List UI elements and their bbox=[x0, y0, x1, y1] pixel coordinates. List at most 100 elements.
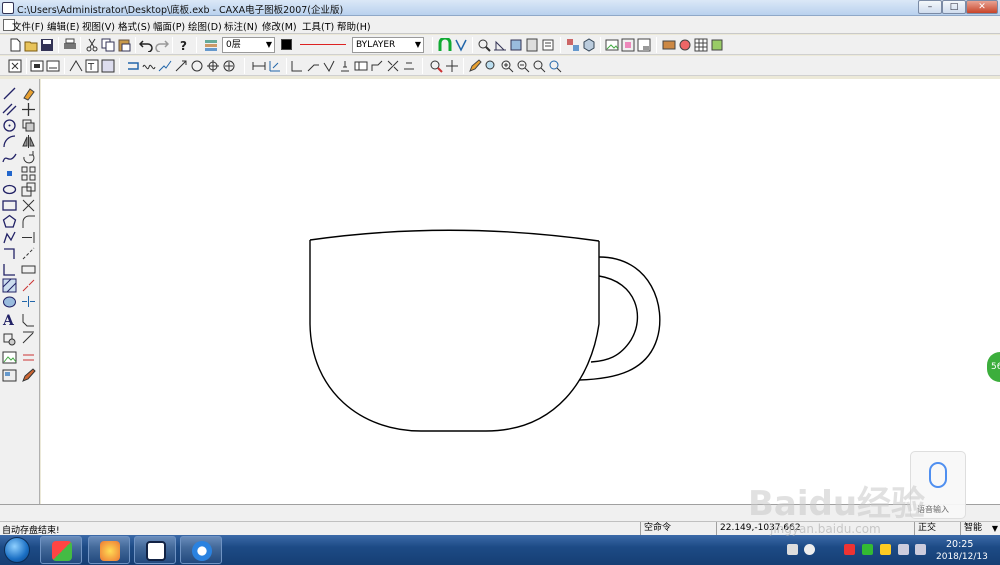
pencil-icon[interactable] bbox=[468, 59, 482, 73]
image-icon[interactable] bbox=[2, 350, 17, 365]
layer-select[interactable]: 0层 ▼ bbox=[222, 37, 275, 53]
stretch-icon[interactable] bbox=[21, 262, 36, 277]
keyboard-icon[interactable] bbox=[787, 544, 798, 555]
tooth-icon[interactable] bbox=[190, 59, 204, 73]
center-mark-icon[interactable] bbox=[222, 59, 236, 73]
dynamic-pan-icon[interactable] bbox=[484, 59, 498, 73]
help-pointer-icon[interactable]: ? bbox=[177, 38, 191, 52]
wave-line-icon[interactable] bbox=[142, 59, 156, 73]
cube-icon[interactable] bbox=[582, 38, 596, 52]
text-style-icon[interactable]: T bbox=[85, 59, 99, 73]
eraser-icon[interactable] bbox=[21, 86, 36, 101]
offset-icon[interactable] bbox=[126, 59, 140, 73]
snap-mode-select[interactable]: 智能 ▼ bbox=[960, 522, 1000, 536]
move-icon[interactable] bbox=[21, 102, 36, 117]
chamfer-dimension-icon[interactable] bbox=[290, 59, 304, 73]
block-insert-icon[interactable] bbox=[2, 332, 17, 347]
equidistant-icon[interactable] bbox=[2, 262, 17, 277]
explode-icon[interactable] bbox=[21, 278, 36, 293]
spline-icon[interactable] bbox=[2, 150, 17, 165]
zoom-previous-icon[interactable] bbox=[548, 59, 562, 73]
line-icon[interactable] bbox=[2, 86, 17, 101]
circle-icon[interactable] bbox=[2, 118, 17, 133]
mirror-icon[interactable] bbox=[21, 134, 36, 149]
block-icon[interactable] bbox=[566, 38, 580, 52]
shield-icon[interactable] bbox=[862, 544, 873, 555]
save-icon[interactable] bbox=[40, 38, 54, 52]
linear-dimension-icon[interactable] bbox=[252, 59, 266, 73]
layer-icon[interactable] bbox=[204, 38, 218, 52]
format-brush-icon[interactable] bbox=[21, 330, 36, 345]
magnet-icon[interactable] bbox=[438, 38, 452, 52]
pan-icon[interactable] bbox=[445, 59, 459, 73]
cut-icon[interactable] bbox=[85, 38, 99, 52]
menu-edit[interactable]: 编辑(E) bbox=[47, 19, 79, 33]
redraw-icon[interactable] bbox=[46, 59, 60, 73]
zoom-window-icon[interactable] bbox=[429, 59, 443, 73]
chamfer-icon[interactable] bbox=[21, 312, 36, 327]
security-icon[interactable] bbox=[880, 544, 891, 555]
point-icon[interactable] bbox=[2, 166, 17, 181]
color-swatch[interactable] bbox=[281, 39, 292, 50]
balloon-icon[interactable] bbox=[678, 38, 692, 52]
linetype-select[interactable]: BYLAYER ▼ bbox=[352, 37, 424, 53]
calculator-icon[interactable] bbox=[525, 38, 539, 52]
open-icon[interactable] bbox=[24, 38, 38, 52]
arrow-icon[interactable] bbox=[174, 59, 188, 73]
parallel-line-icon[interactable] bbox=[2, 102, 17, 117]
text-icon[interactable]: A bbox=[2, 312, 17, 327]
title-block-icon[interactable] bbox=[637, 38, 651, 52]
break-icon[interactable] bbox=[21, 246, 36, 261]
display-all-icon[interactable] bbox=[30, 59, 44, 73]
menu-help[interactable]: 帮助(H) bbox=[337, 19, 371, 33]
taskbar-app-caxa[interactable] bbox=[134, 536, 176, 564]
menu-sheet[interactable]: 幅面(P) bbox=[153, 19, 185, 33]
fillet-icon[interactable] bbox=[21, 214, 36, 229]
copy-entities-icon[interactable] bbox=[21, 118, 36, 133]
network-icon[interactable] bbox=[898, 544, 909, 555]
ole-object-icon[interactable] bbox=[2, 368, 17, 383]
linetype-preview[interactable] bbox=[300, 44, 346, 45]
frame-icon[interactable] bbox=[621, 38, 635, 52]
hatch-icon[interactable] bbox=[2, 278, 17, 293]
start-button[interactable] bbox=[4, 537, 30, 563]
settings-icon[interactable] bbox=[710, 38, 724, 52]
menu-draw[interactable]: 绘图(D) bbox=[188, 19, 222, 33]
break-line-icon[interactable] bbox=[158, 59, 172, 73]
parts-library-icon[interactable] bbox=[662, 38, 676, 52]
snap-toggle-icon[interactable] bbox=[454, 38, 468, 52]
section-icon[interactable] bbox=[386, 59, 400, 73]
rectangle-icon[interactable] bbox=[2, 198, 17, 213]
zoom-out-icon[interactable] bbox=[516, 59, 530, 73]
leader-icon[interactable] bbox=[306, 59, 320, 73]
datum-icon[interactable] bbox=[338, 59, 352, 73]
hole-icon[interactable] bbox=[206, 59, 220, 73]
pen-icon[interactable] bbox=[21, 368, 36, 383]
zoom-in-icon[interactable] bbox=[500, 59, 514, 73]
taskbar-app-paint[interactable] bbox=[88, 536, 130, 564]
centerline-icon[interactable] bbox=[2, 246, 17, 261]
menu-tools[interactable]: 工具(T) bbox=[302, 19, 334, 33]
minimize-button[interactable]: – bbox=[918, 0, 942, 14]
redo-icon[interactable] bbox=[155, 38, 169, 52]
dimension-style-icon[interactable] bbox=[69, 59, 83, 73]
query-icon[interactable] bbox=[509, 38, 523, 52]
menu-file[interactable]: 文件(F) bbox=[12, 19, 44, 33]
properties-icon[interactable] bbox=[541, 38, 555, 52]
weld-icon[interactable] bbox=[370, 59, 384, 73]
menu-format[interactable]: 格式(S) bbox=[118, 19, 150, 33]
drawing-canvas[interactable] bbox=[41, 79, 1000, 504]
scale-icon[interactable] bbox=[21, 182, 36, 197]
mic-icon[interactable] bbox=[804, 544, 815, 555]
trim-icon[interactable] bbox=[21, 198, 36, 213]
arc-icon[interactable] bbox=[2, 134, 17, 149]
undo-icon[interactable] bbox=[139, 38, 153, 52]
table-icon[interactable] bbox=[694, 38, 708, 52]
extend-icon[interactable] bbox=[21, 230, 36, 245]
close-button[interactable]: ✕ bbox=[966, 0, 998, 14]
zoom-tool-icon[interactable] bbox=[477, 38, 491, 52]
menu-modify[interactable]: 修改(M) bbox=[262, 19, 297, 33]
roughness-icon[interactable] bbox=[322, 59, 336, 73]
polygon-icon[interactable] bbox=[2, 214, 17, 229]
window-zoom-icon[interactable] bbox=[8, 59, 22, 73]
